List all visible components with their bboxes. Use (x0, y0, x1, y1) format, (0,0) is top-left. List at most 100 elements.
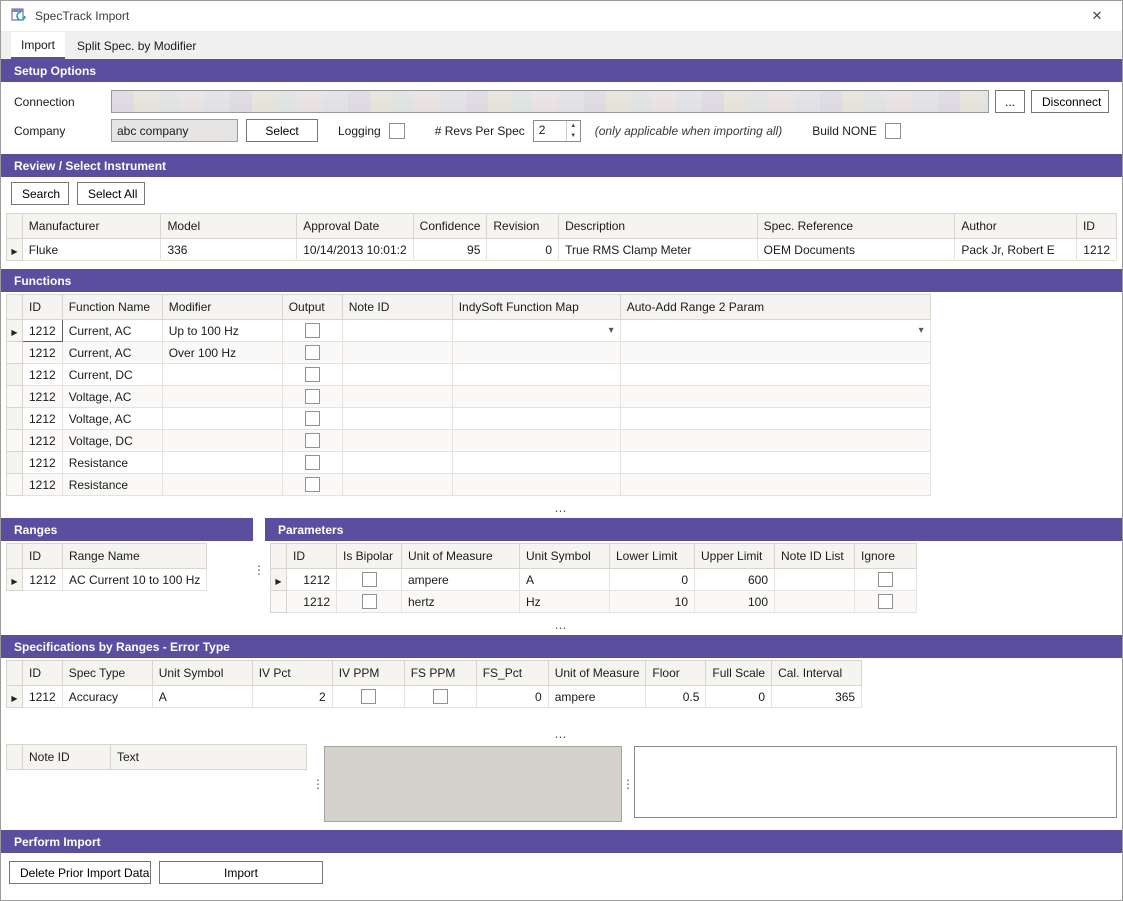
function-row[interactable]: 1212 Voltage, AC (7, 386, 931, 408)
is-bipolar-checkbox[interactable] (362, 594, 377, 609)
range-row[interactable]: ▶ 1212 AC Current 10 to 100 Hz (7, 569, 207, 591)
col-spec-reference[interactable]: Spec. Reference (757, 214, 955, 239)
col-output[interactable]: Output (282, 295, 342, 320)
output-checkbox[interactable] (305, 411, 320, 426)
select-all-button[interactable]: Select All (77, 182, 145, 205)
is-bipolar-checkbox[interactable] (362, 572, 377, 587)
cell-modifier[interactable] (162, 364, 282, 386)
col-manufacturer[interactable]: Manufacturer (22, 214, 161, 239)
cell-modifier[interactable] (162, 386, 282, 408)
col-range-name[interactable]: Range Name (63, 544, 207, 569)
cell-indysoft-function-map[interactable] (452, 430, 620, 452)
col-spec-id[interactable]: ID (23, 661, 63, 686)
connection-input[interactable] (111, 90, 989, 113)
cell-function-name[interactable]: Current, DC (62, 364, 162, 386)
function-row[interactable]: ▶ 1212 Current, AC Up to 100 Hz ▾ ▾ (7, 320, 931, 342)
cell-indysoft-function-map[interactable] (452, 408, 620, 430)
col-upper-limit[interactable]: Upper Limit (695, 544, 775, 569)
cell-spec-reference[interactable]: OEM Documents (757, 239, 955, 261)
cell-modifier[interactable] (162, 452, 282, 474)
parameter-row[interactable]: ▶ 1212 ampere A 0 600 (271, 569, 917, 591)
cell-range-name[interactable]: AC Current 10 to 100 Hz (63, 569, 207, 591)
cell-indysoft-function-map[interactable] (452, 474, 620, 496)
cell-modifier[interactable] (162, 430, 282, 452)
col-fs-ppm[interactable]: FS PPM (404, 661, 476, 686)
col-floor[interactable]: Floor (646, 661, 706, 686)
col-iv-ppm[interactable]: IV PPM (332, 661, 404, 686)
col-unit-of-measure[interactable]: Unit of Measure (548, 661, 646, 686)
cell-function-name[interactable]: Voltage, AC (62, 386, 162, 408)
col-note-id[interactable]: Note ID (23, 745, 111, 770)
cell-full-scale[interactable]: 0 (706, 686, 772, 708)
cell-cal-interval[interactable]: 365 (772, 686, 862, 708)
cell-lower-limit[interactable]: 10 (610, 591, 695, 613)
col-unit-of-measure[interactable]: Unit of Measure (402, 544, 520, 569)
output-checkbox[interactable] (305, 367, 320, 382)
search-button[interactable]: Search (11, 182, 69, 205)
col-function-name[interactable]: Function Name (62, 295, 162, 320)
horizontal-splitter[interactable]: ⋯ (1, 504, 1122, 518)
cell-auto-add-range-2-param[interactable] (620, 452, 930, 474)
cell-unit-of-measure[interactable]: ampere (402, 569, 520, 591)
build-none-checkbox[interactable] (885, 123, 901, 139)
col-note-id-list[interactable]: Note ID List (775, 544, 855, 569)
cell-id[interactable]: 1212 (1076, 239, 1116, 261)
vertical-splitter[interactable]: ⋮ (253, 518, 265, 621)
cell-param-id[interactable]: 1212 (287, 591, 337, 613)
cell-auto-add-range-2-param[interactable]: ▾ (620, 320, 930, 342)
cell-function-name[interactable]: Current, AC (62, 320, 162, 342)
col-iv-pct[interactable]: IV Pct (252, 661, 332, 686)
cell-note-id[interactable] (342, 452, 452, 474)
cell-approval-date[interactable]: 10/14/2013 10:01:2 (297, 239, 413, 261)
cell-unit-symbol[interactable]: Hz (520, 591, 610, 613)
cell-floor[interactable]: 0.5 (646, 686, 706, 708)
cell-modifier[interactable] (162, 408, 282, 430)
logging-checkbox[interactable] (389, 123, 405, 139)
cell-spec-type[interactable]: Accuracy (62, 686, 152, 708)
output-checkbox[interactable] (305, 389, 320, 404)
col-id[interactable]: ID (1076, 214, 1116, 239)
cell-note-id[interactable] (342, 342, 452, 364)
cell-auto-add-range-2-param[interactable] (620, 430, 930, 452)
browse-connection-button[interactable]: ... (995, 90, 1025, 113)
cell-auto-add-range-2-param[interactable] (620, 474, 930, 496)
revs-per-spec-spinner[interactable]: 2 ▲ ▼ (533, 120, 581, 142)
cell-iv-pct[interactable]: 2 (252, 686, 332, 708)
col-unit-symbol[interactable]: Unit Symbol (520, 544, 610, 569)
cell-auto-add-range-2-param[interactable] (620, 342, 930, 364)
col-unit-symbol[interactable]: Unit Symbol (152, 661, 252, 686)
function-row[interactable]: 1212 Current, DC (7, 364, 931, 386)
spinner-down-icon[interactable]: ▼ (567, 131, 580, 141)
cell-note-id-list[interactable] (775, 569, 855, 591)
col-param-id[interactable]: ID (287, 544, 337, 569)
col-lower-limit[interactable]: Lower Limit (610, 544, 695, 569)
cell-modifier[interactable]: Up to 100 Hz (162, 320, 282, 342)
col-note-text[interactable]: Text (111, 745, 307, 770)
col-full-scale[interactable]: Full Scale (706, 661, 772, 686)
cell-auto-add-range-2-param[interactable] (620, 364, 930, 386)
close-button[interactable]: ✕ (1082, 1, 1112, 31)
cell-note-id-list[interactable] (775, 591, 855, 613)
col-note-id[interactable]: Note ID (342, 295, 452, 320)
iv-ppm-checkbox[interactable] (361, 689, 376, 704)
cell-function-name[interactable]: Current, AC (62, 342, 162, 364)
instrument-row[interactable]: ▶ Fluke 336 10/14/2013 10:01:2 95 0 True… (7, 239, 1117, 261)
function-row[interactable]: 1212 Voltage, AC (7, 408, 931, 430)
col-author[interactable]: Author (955, 214, 1077, 239)
function-row[interactable]: 1212 Resistance (7, 452, 931, 474)
col-approval-date[interactable]: Approval Date (297, 214, 413, 239)
output-checkbox[interactable] (305, 455, 320, 470)
output-checkbox[interactable] (305, 477, 320, 492)
cell-author[interactable]: Pack Jr, Robert E (955, 239, 1077, 261)
cell-auto-add-range-2-param[interactable] (620, 386, 930, 408)
chevron-down-icon[interactable]: ▾ (609, 321, 614, 341)
function-row[interactable]: 1212 Current, AC Over 100 Hz (7, 342, 931, 364)
cell-unit-of-measure[interactable]: ampere (548, 686, 646, 708)
cell-confidence[interactable]: 95 (413, 239, 487, 261)
cell-manufacturer[interactable]: Fluke (22, 239, 161, 261)
cell-note-id[interactable] (342, 474, 452, 496)
cell-note-id[interactable] (342, 408, 452, 430)
cell-function-id[interactable]: 1212 (23, 364, 63, 386)
cell-spec-id[interactable]: 1212 (23, 686, 63, 708)
cell-function-id[interactable]: 1212 (23, 430, 63, 452)
